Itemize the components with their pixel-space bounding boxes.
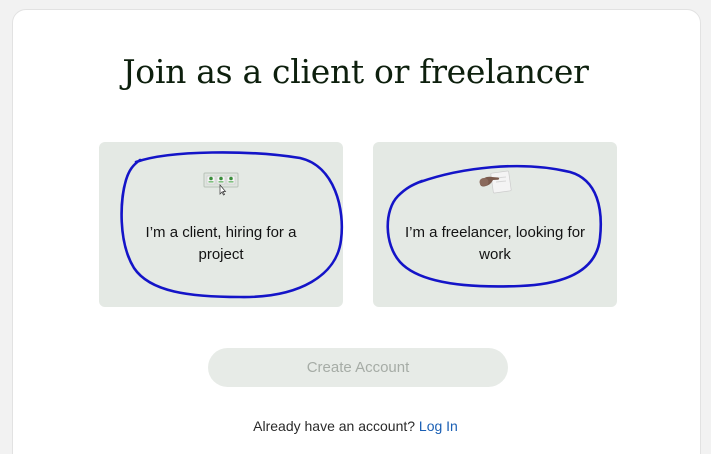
- login-link[interactable]: Log In: [419, 418, 458, 434]
- client-select-icon: [203, 172, 239, 196]
- freelancer-option-label: I’m a freelancer, looking for work: [404, 224, 586, 263]
- page: Join as a client or freelancer I’m a cli…: [0, 0, 711, 454]
- client-option-card[interactable]: I’m a client, hiring for a project: [99, 142, 343, 307]
- page-title: Join as a client or freelancer: [122, 52, 589, 91]
- freelancer-hand-icon: [479, 170, 512, 194]
- create-account-button[interactable]: Create Account: [208, 348, 508, 387]
- freelancer-option-card[interactable]: I’m a freelancer, looking for work: [373, 142, 617, 307]
- client-option-label: I’m a client, hiring for a project: [145, 224, 297, 263]
- login-prompt: Already have an account? Log In: [0, 418, 711, 434]
- login-prompt-text: Already have an account?: [253, 418, 416, 434]
